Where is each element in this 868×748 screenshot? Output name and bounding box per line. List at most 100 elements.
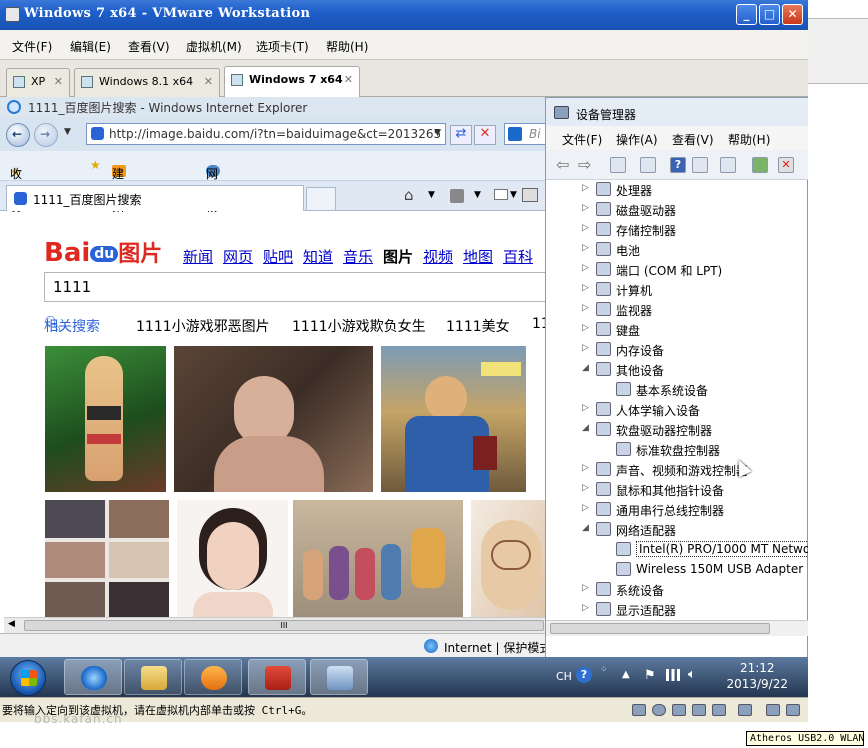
image-result[interactable] bbox=[177, 500, 288, 617]
usb-device-icon[interactable] bbox=[738, 704, 752, 716]
forward-button[interactable]: → bbox=[34, 123, 58, 147]
security-zone[interactable]: Internet | 保护模式 bbox=[444, 639, 551, 656]
device-tree-horizontal-scrollbar[interactable] bbox=[546, 620, 808, 636]
expand-arrow-icon[interactable]: ▷ bbox=[582, 283, 589, 293]
close-icon[interactable]: ✕ bbox=[344, 73, 353, 86]
mail-dropdown-icon[interactable]: ▼ bbox=[510, 190, 517, 200]
device-tree-node[interactable]: ▷ 磁盘驱动器 bbox=[546, 200, 808, 220]
vmware-titlebar[interactable]: Windows 7 x64 - VMware Workstation _ □ ✕ bbox=[0, 0, 808, 30]
related-link[interactable]: 1111美女 bbox=[446, 316, 510, 336]
forward-arrow-icon[interactable]: ⇨ bbox=[578, 155, 591, 174]
expand-arrow-icon[interactable]: ▷ bbox=[582, 463, 589, 473]
maximize-button[interactable]: □ bbox=[759, 4, 780, 25]
menu-vm[interactable]: 虚拟机(M) bbox=[186, 38, 242, 55]
expand-arrow-icon[interactable]: ▷ bbox=[582, 603, 589, 613]
tab-xp[interactable]: XP ✕ bbox=[6, 68, 70, 97]
back-button[interactable]: ← bbox=[6, 123, 30, 147]
search-input[interactable]: 1111 bbox=[44, 272, 548, 302]
hard-disk-icon[interactable] bbox=[632, 704, 646, 716]
display-icon[interactable] bbox=[766, 704, 780, 716]
minimize-button[interactable]: _ bbox=[736, 4, 757, 25]
related-link[interactable]: 1111小游戏邪恶图片 bbox=[136, 316, 270, 336]
image-result[interactable] bbox=[174, 346, 373, 492]
recent-pages-dropdown-icon[interactable]: ▼ bbox=[64, 127, 71, 137]
collapse-arrow-icon[interactable]: ◢ bbox=[582, 523, 589, 533]
expand-arrow-icon[interactable]: ▷ bbox=[582, 583, 589, 593]
image-result[interactable] bbox=[45, 346, 166, 492]
baidu-logo[interactable]: Bai du 图片 bbox=[44, 236, 162, 268]
ie-titlebar[interactable]: 1111_百度图片搜索 - Windows Internet Explorer bbox=[0, 97, 548, 117]
ime-options-icon[interactable]: ⁘ bbox=[600, 665, 608, 675]
address-dropdown-icon[interactable]: ▼ bbox=[434, 128, 441, 138]
back-arrow-icon[interactable]: ⇦ bbox=[556, 155, 569, 174]
device-tree-node[interactable]: ▷ 处理器 bbox=[546, 180, 808, 200]
device-tree-node[interactable]: 标准软盘控制器 bbox=[546, 440, 808, 460]
taskbar-media-player[interactable] bbox=[184, 659, 242, 695]
device-tree-node[interactable]: Intel(R) PRO/1000 MT Netwo bbox=[546, 540, 808, 560]
device-tree-node[interactable]: ▷ 人体学输入设备 bbox=[546, 400, 808, 420]
menu-edit[interactable]: 编辑(E) bbox=[70, 38, 111, 55]
scroll-thumb[interactable]: III bbox=[24, 620, 544, 631]
device-tree-node[interactable]: ▷ 鼠标和其他指针设备 bbox=[546, 480, 808, 500]
image-result[interactable] bbox=[293, 500, 463, 617]
start-button[interactable] bbox=[10, 660, 46, 696]
device-tree-node[interactable]: ▷ 显示适配器 bbox=[546, 600, 808, 620]
menu-help[interactable]: 帮助(H) bbox=[326, 38, 368, 55]
device-tree-node[interactable]: ▷ 内存设备 bbox=[546, 340, 808, 360]
collapse-arrow-icon[interactable]: ◢ bbox=[582, 423, 589, 433]
device-tree-node[interactable]: ◢ 软盘驱动器控制器 bbox=[546, 420, 808, 440]
nav-news[interactable]: 新闻 bbox=[183, 246, 213, 267]
message-log-icon[interactable] bbox=[786, 704, 800, 716]
dm-menu-action[interactable]: 操作(A) bbox=[616, 131, 658, 148]
menu-view[interactable]: 查看(V) bbox=[128, 38, 170, 55]
collapse-arrow-icon[interactable]: ◢ bbox=[582, 363, 589, 373]
taskbar-toolbox[interactable] bbox=[248, 659, 306, 695]
device-tree-node[interactable]: 基本系统设备 bbox=[546, 380, 808, 400]
network-adapter-icon[interactable] bbox=[692, 704, 706, 716]
image-result[interactable] bbox=[471, 500, 548, 617]
mail-icon[interactable] bbox=[494, 189, 508, 200]
close-button[interactable]: ✕ bbox=[782, 4, 803, 25]
dm-menu-view[interactable]: 查看(V) bbox=[672, 131, 714, 148]
stop-icon[interactable]: ✕ bbox=[474, 125, 496, 145]
new-tab-button[interactable] bbox=[306, 187, 336, 211]
ie-horizontal-scrollbar[interactable]: ◀ III bbox=[4, 617, 548, 633]
show-hidden-icons-icon[interactable]: ▲ bbox=[622, 669, 630, 680]
expand-arrow-icon[interactable]: ▷ bbox=[582, 243, 589, 253]
scan-hardware-icon[interactable] bbox=[720, 157, 736, 173]
nav-map[interactable]: 地图 bbox=[463, 246, 493, 267]
expand-arrow-icon[interactable]: ▷ bbox=[582, 503, 589, 513]
clock[interactable]: 21:12 2013/9/22 bbox=[726, 660, 788, 692]
add-favorite-icon[interactable]: ★ bbox=[90, 158, 101, 172]
guest-screen[interactable]: 1111_百度图片搜索 - Windows Internet Explorer … bbox=[0, 97, 808, 697]
floppy-icon[interactable] bbox=[672, 704, 686, 716]
expand-arrow-icon[interactable]: ▷ bbox=[582, 343, 589, 353]
device-tree-node[interactable]: ◢ 网络适配器 bbox=[546, 520, 808, 540]
sound-card-icon[interactable] bbox=[712, 704, 726, 716]
update-driver-icon[interactable] bbox=[752, 157, 768, 173]
print-icon[interactable] bbox=[522, 188, 538, 202]
search-box[interactable]: Bi bbox=[504, 123, 548, 145]
nav-music[interactable]: 音乐 bbox=[343, 246, 373, 267]
device-tree-node[interactable]: ▷ 存储控制器 bbox=[546, 220, 808, 240]
taskbar-explorer[interactable] bbox=[124, 659, 182, 695]
device-tree-node[interactable]: ▷ 系统设备 bbox=[546, 580, 808, 600]
close-icon[interactable]: ✕ bbox=[204, 75, 213, 88]
help-icon[interactable]: ? bbox=[670, 157, 686, 173]
feeds-icon[interactable] bbox=[450, 189, 464, 203]
action-pane-icon[interactable] bbox=[692, 157, 708, 173]
expand-arrow-icon[interactable]: ▷ bbox=[582, 403, 589, 413]
image-result[interactable] bbox=[45, 500, 169, 617]
action-center-flag-icon[interactable]: ⚑ bbox=[644, 668, 656, 683]
menu-tabs[interactable]: 选项卡(T) bbox=[256, 38, 309, 55]
expand-arrow-icon[interactable]: ▷ bbox=[582, 483, 589, 493]
feeds-dropdown-icon[interactable]: ▼ bbox=[474, 190, 481, 200]
expand-arrow-icon[interactable]: ▷ bbox=[582, 183, 589, 193]
cd-dvd-icon[interactable] bbox=[652, 704, 666, 716]
tab-windows-7[interactable]: Windows 7 x64 ✕ bbox=[224, 66, 360, 98]
expand-arrow-icon[interactable]: ▷ bbox=[582, 223, 589, 233]
expand-arrow-icon[interactable]: ▷ bbox=[582, 263, 589, 273]
device-tree-node[interactable]: ▷ 监视器 bbox=[546, 300, 808, 320]
nav-tieba[interactable]: 贴吧 bbox=[263, 246, 293, 267]
language-indicator[interactable]: CH bbox=[556, 670, 572, 683]
